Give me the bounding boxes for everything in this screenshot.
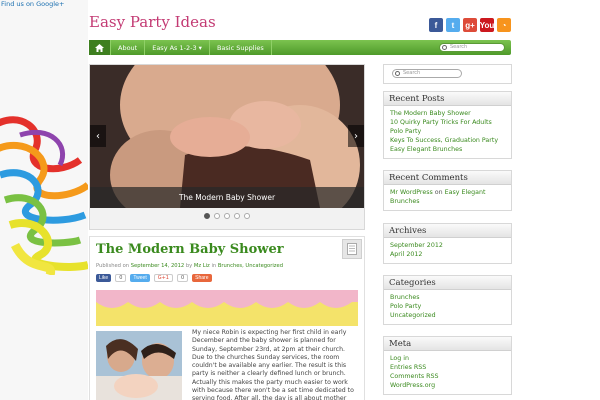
comment-author-link[interactable]: Mr WordPress [390, 189, 433, 196]
nav-item-about[interactable]: About [111, 40, 146, 55]
recent-comment: Mr WordPress on Easy Elegant Brunches [390, 188, 505, 206]
post-meta: Published on September 14, 2012 by Mz Li… [96, 263, 283, 269]
youtube-icon[interactable]: You [480, 18, 494, 32]
post-excerpt: My niece Robin is expecting her first ch… [192, 329, 354, 400]
category-link[interactable]: Polo Party [390, 302, 505, 311]
widget-categories: Categories Brunches Polo Party Uncategor… [383, 275, 512, 325]
site-title[interactable]: Easy Party Ideas [89, 13, 216, 31]
widget-title: Recent Posts [384, 92, 511, 106]
social-icons: f t g+ You ◔ [429, 18, 511, 32]
slider-dot[interactable] [244, 213, 250, 219]
chevron-right-icon: › [354, 130, 358, 142]
widget-title: Recent Comments [384, 171, 511, 185]
featured-slider: The Modern Baby Shower ‹ › [89, 64, 365, 230]
post-author-link[interactable]: Mz Liz [194, 263, 210, 269]
slider-dot[interactable] [204, 213, 210, 219]
widget-recent-posts: Recent Posts The Modern Baby Shower 10 Q… [383, 91, 512, 159]
post-format-icon [342, 239, 362, 259]
rss-icon[interactable]: ◔ [497, 18, 511, 32]
slider-dot[interactable] [224, 213, 230, 219]
meta-link[interactable]: Entries RSS [390, 363, 505, 372]
post-categories-link[interactable]: Brunches, Uncategorized [218, 263, 283, 269]
slider-dot[interactable] [214, 213, 220, 219]
archive-link[interactable]: September 2012 [390, 241, 505, 250]
widget-title: Categories [384, 276, 511, 290]
home-button[interactable] [89, 40, 111, 55]
post-photo [96, 331, 182, 400]
gplus-count: 0 [176, 274, 189, 282]
search-icon [395, 71, 400, 76]
widget-title: Archives [384, 224, 511, 238]
nav-item-easy-as-123[interactable]: Easy As 1-2-3 ▾ [145, 40, 210, 55]
share-button[interactable]: Share [192, 274, 212, 282]
meta-link[interactable]: Comments RSS [390, 372, 505, 381]
facebook-like-button[interactable]: Like [96, 274, 112, 282]
googleplus-icon[interactable]: g+ [463, 18, 477, 32]
post-article: The Modern Baby Shower Published on Sept… [89, 236, 365, 400]
slider-dots [90, 213, 364, 219]
main-nav: About Easy As 1-2-3 ▾ Basic Supplies Sea… [89, 40, 511, 55]
recent-post-link[interactable]: 10 Quirky Party Tricks For Adults [390, 118, 505, 127]
meta-link[interactable]: WordPress.org [390, 381, 505, 390]
search-icon [442, 45, 447, 50]
like-count: 0 [115, 274, 127, 282]
sidebar-search-placeholder: Search [403, 70, 421, 76]
google-plus-link[interactable]: Find us on Google+ [1, 0, 65, 8]
twitter-icon[interactable]: t [446, 18, 460, 32]
recent-post-link[interactable]: Keys To Success, Graduation Party [390, 136, 505, 145]
recent-post-link[interactable]: Easy Elegant Brunches [390, 145, 505, 154]
category-link[interactable]: Brunches [390, 293, 505, 302]
widget-archives: Archives September 2012 April 2012 [383, 223, 512, 264]
party-ribbons-decoration [0, 116, 88, 275]
nav-search-placeholder: Search [450, 44, 468, 50]
slider-dot[interactable] [234, 213, 240, 219]
tweet-button[interactable]: Tweet [130, 274, 150, 282]
nav-search-input[interactable]: Search [439, 43, 505, 52]
category-link[interactable]: Uncategorized [390, 311, 505, 320]
share-buttons: Like 0 Tweet G+1 0 Share [96, 274, 212, 282]
sidebar-search-widget: Search [383, 64, 512, 84]
post-date-link[interactable]: September 14, 2012 [131, 263, 184, 269]
post-banner-image [96, 290, 358, 326]
widget-meta: Meta Log in Entries RSS Comments RSS Wor… [383, 336, 512, 395]
meta-by-label: by [185, 263, 193, 269]
document-icon [347, 243, 357, 255]
facebook-icon[interactable]: f [429, 18, 443, 32]
archive-link[interactable]: April 2012 [390, 250, 505, 259]
nav-item-basic-supplies[interactable]: Basic Supplies [210, 40, 272, 55]
comment-on-label: on [434, 189, 443, 196]
slide-caption[interactable]: The Modern Baby Shower [90, 187, 364, 208]
recent-post-link[interactable]: Polo Party [390, 127, 505, 136]
chevron-left-icon: ‹ [96, 130, 100, 142]
widget-title: Meta [384, 337, 511, 351]
meta-published-label: Published on [96, 263, 130, 269]
sidebar-search-input[interactable]: Search [392, 69, 462, 78]
widget-recent-comments: Recent Comments Mr WordPress on Easy Ele… [383, 170, 512, 211]
post-title[interactable]: The Modern Baby Shower [96, 242, 284, 257]
meta-in-label: in [211, 263, 217, 269]
gplus-button[interactable]: G+1 [153, 274, 173, 282]
slider-prev-button[interactable]: ‹ [90, 125, 106, 147]
recent-post-link[interactable]: The Modern Baby Shower [390, 109, 505, 118]
home-icon [95, 43, 104, 52]
meta-link[interactable]: Log in [390, 354, 505, 363]
slider-next-button[interactable]: › [348, 125, 364, 147]
